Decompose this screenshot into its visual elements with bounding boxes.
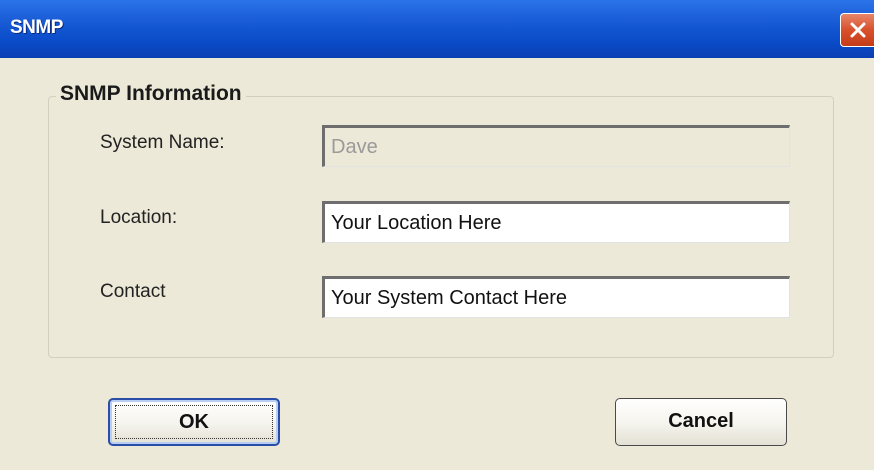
ok-button[interactable]: OK xyxy=(108,398,280,446)
window-title: SNMP xyxy=(10,17,63,38)
group-legend: SNMP Information xyxy=(56,82,246,106)
cancel-button[interactable]: Cancel xyxy=(615,398,787,446)
contact-input[interactable] xyxy=(322,276,790,318)
location-input[interactable] xyxy=(322,201,790,243)
cancel-button-label: Cancel xyxy=(668,410,734,432)
close-icon xyxy=(850,22,866,38)
close-button[interactable] xyxy=(840,13,874,47)
title-bar[interactable]: SNMP xyxy=(0,0,874,58)
snmp-dialog: SNMP SNMP Information System Name: Locat… xyxy=(0,0,874,470)
contact-label: Contact xyxy=(100,281,166,302)
location-label: Location: xyxy=(100,207,178,228)
system-name-input xyxy=(322,125,790,167)
system-name-label: System Name: xyxy=(100,132,225,153)
ok-button-label: OK xyxy=(179,411,209,433)
